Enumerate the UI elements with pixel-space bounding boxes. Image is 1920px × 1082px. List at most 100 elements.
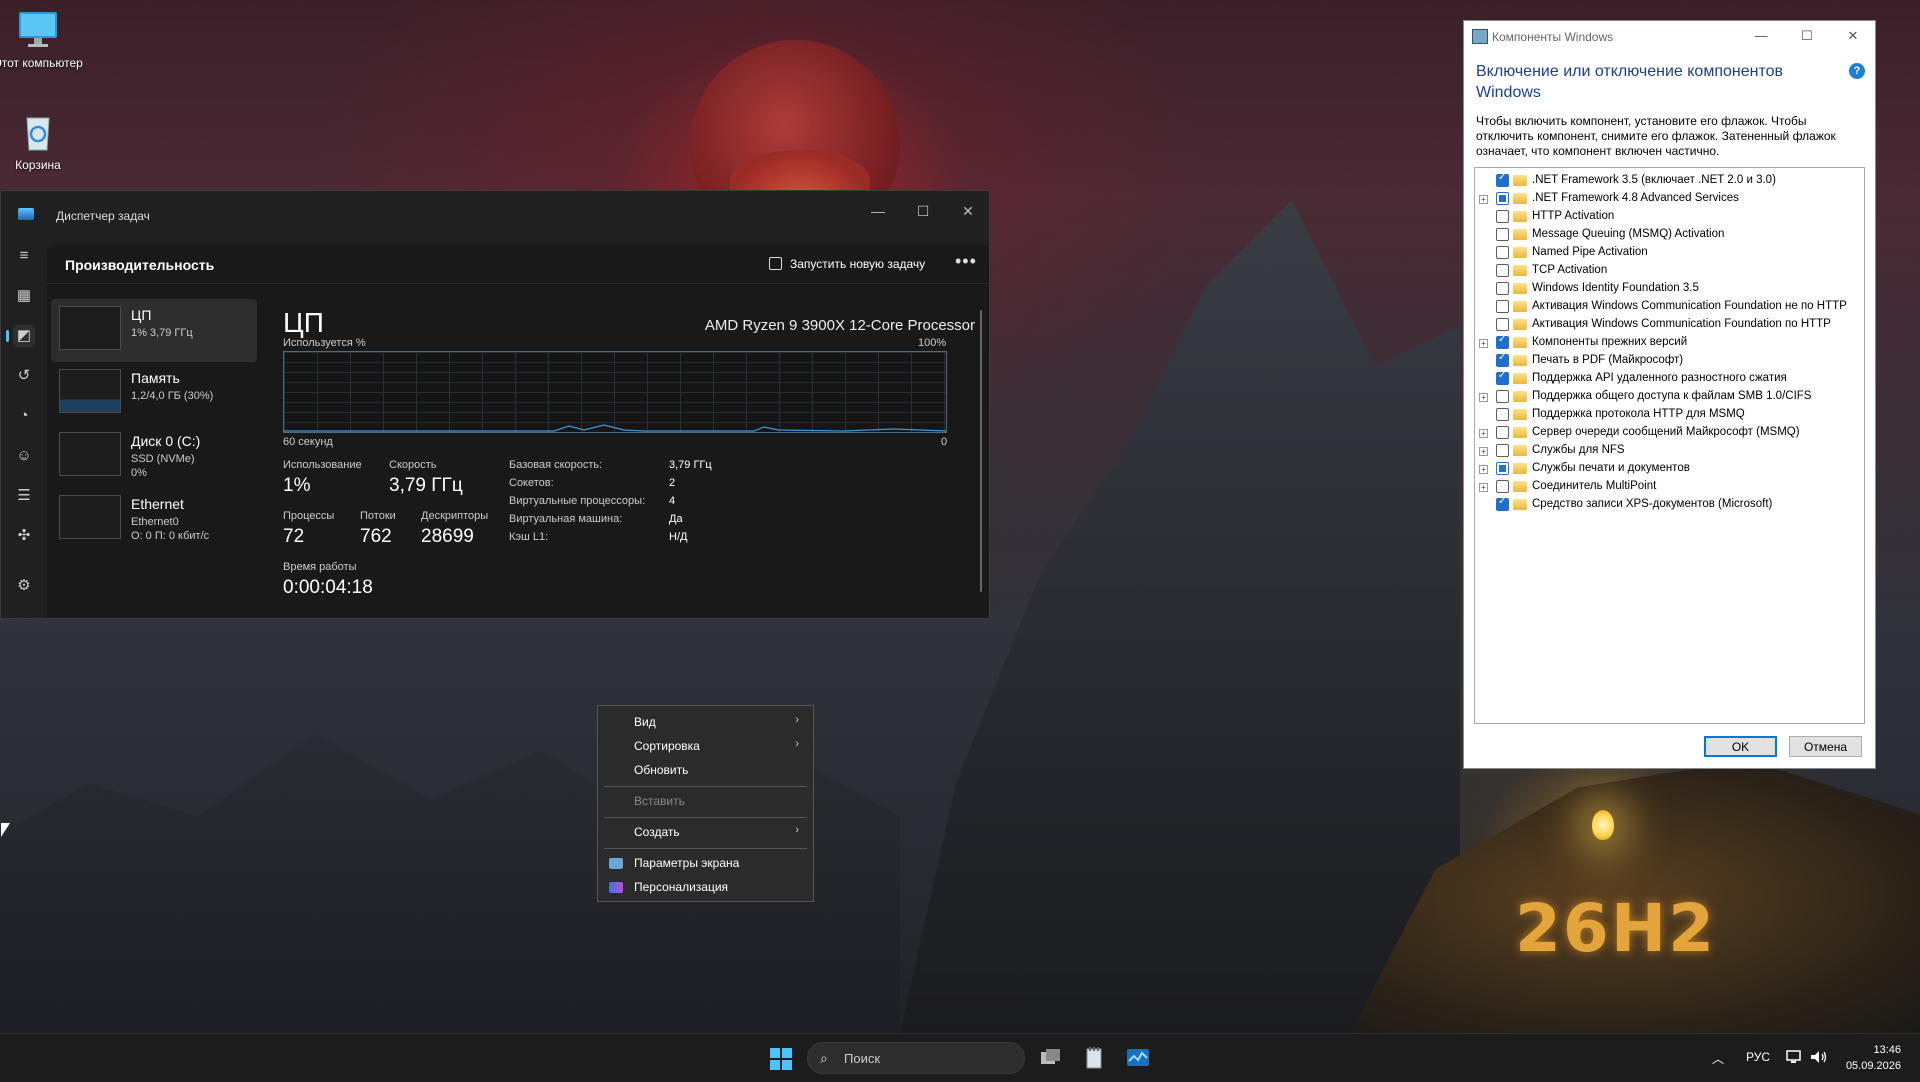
menu-item-sort[interactable]: Сортировка (634, 739, 700, 753)
menu-divider (604, 848, 807, 849)
threads-value: 762 (360, 526, 392, 547)
virtual-machine-value: Да (669, 513, 683, 525)
maximize-button[interactable]: ☐ (1792, 26, 1822, 46)
resource-item-memory[interactable]: Память 1,2/4,0 ГБ (30%) (51, 362, 257, 425)
minimize-button[interactable]: — (1746, 26, 1776, 46)
monitor-icon (16, 8, 60, 52)
more-options-button[interactable]: ••• (955, 251, 977, 272)
virtual-machine-label: Виртуальная машина: (509, 513, 623, 525)
l1-cache-label: Кэш L1: (509, 531, 549, 543)
feature-checkbox[interactable] (1496, 408, 1509, 421)
expand-icon[interactable]: + (1479, 195, 1488, 204)
hamburger-menu-icon[interactable]: ≡ (13, 245, 35, 267)
help-icon[interactable]: ? (1849, 63, 1865, 79)
folder-icon (1513, 247, 1527, 258)
expand-icon[interactable]: + (1479, 483, 1488, 492)
cpu-usage-graph (283, 351, 947, 433)
tray-overflow-chevron[interactable]: ︿ (1712, 1050, 1724, 1067)
menu-item-new[interactable]: Создать (634, 825, 680, 839)
feature-checkbox[interactable] (1496, 172, 1509, 187)
users-icon[interactable]: ☺ (13, 445, 35, 467)
minimize-button[interactable]: — (858, 199, 898, 223)
resource-item-ethernet[interactable]: Ethernet Ethernet0 О: 0 П: 0 кбит/с (51, 488, 257, 551)
cpu-detail: ЦП AMD Ryzen 9 3900X 12-Core Processor И… (283, 299, 975, 618)
settings-gear-icon[interactable]: ⚙ (13, 575, 35, 597)
volume-icon[interactable] (1810, 1050, 1828, 1067)
feature-checkbox[interactable] (1496, 264, 1509, 277)
submenu-arrow-icon: › (795, 738, 799, 750)
feature-checkbox[interactable] (1496, 370, 1509, 385)
close-button[interactable]: ✕ (1838, 26, 1868, 46)
desktop-icon-this-pc[interactable]: Этот компьютер (0, 8, 83, 71)
details-icon[interactable]: ☰ (13, 485, 35, 507)
expand-icon[interactable]: + (1479, 393, 1488, 402)
folder-icon (1513, 409, 1527, 420)
base-speed-value: 3,79 ГГц (669, 459, 712, 471)
cancel-button[interactable]: Отмена (1789, 736, 1862, 757)
feature-label: Компоненты прежних версий (1532, 336, 1688, 348)
feature-checkbox[interactable] (1496, 480, 1509, 493)
feature-checkbox[interactable] (1496, 334, 1509, 349)
folder-icon (1513, 373, 1527, 384)
resource-thumbnail (59, 432, 121, 476)
start-button[interactable] (770, 1048, 792, 1070)
resource-name: Память (131, 370, 180, 386)
performance-icon[interactable]: ◩ (6, 325, 35, 347)
feature-label: Поддержка протокола HTTP для MSMQ (1532, 408, 1745, 420)
run-new-task-button[interactable]: Запустить новую задачу (769, 257, 925, 271)
system-clock[interactable]: 13:46 05.09.2026 (1846, 1042, 1901, 1074)
task-manager-window: Диспетчер задач — ☐ ✕ ≡ ▦ ◩ ↺ ◔ ☺ ☰ ✣ ⚙ … (0, 190, 990, 619)
title-bar[interactable]: Компоненты Windows — ☐ ✕ (1464, 21, 1875, 51)
menu-item-view[interactable]: Вид (634, 715, 656, 729)
feature-checkbox[interactable] (1496, 352, 1509, 367)
resource-item-disk[interactable]: Диск 0 (C:) SSD (NVMe) 0% (51, 425, 257, 488)
desktop-icon-recycle-bin[interactable]: Корзина (0, 110, 83, 173)
feature-checkbox[interactable] (1496, 462, 1509, 475)
desktop-icon-label: Корзина (15, 158, 61, 172)
menu-item-personalize[interactable]: Персонализация (634, 880, 728, 894)
feature-checkbox[interactable] (1496, 210, 1509, 223)
handles-label: Дескрипторы (421, 510, 489, 522)
menu-item-display-settings[interactable]: Параметры экрана (634, 856, 739, 870)
services-icon[interactable]: ✣ (13, 525, 35, 547)
taskbar-search[interactable]: ⌕ Поиск (807, 1042, 1025, 1074)
maximize-button[interactable]: ☐ (903, 199, 943, 223)
expand-icon[interactable]: + (1479, 447, 1488, 456)
feature-checkbox[interactable] (1496, 390, 1509, 403)
task-manager-taskbar-icon[interactable] (1126, 1046, 1150, 1070)
graph-min-label: 0 (941, 436, 948, 448)
feature-checkbox[interactable] (1496, 496, 1509, 511)
folder-icon (1513, 193, 1527, 204)
notepad-app-icon[interactable] (1082, 1046, 1106, 1070)
app-history-icon[interactable]: ↺ (13, 365, 35, 387)
folder-icon (1513, 499, 1527, 510)
search-icon: ⌕ (820, 1050, 828, 1066)
startup-apps-icon[interactable]: ◔ (13, 405, 35, 427)
resource-item-cpu[interactable]: ЦП 1% 3,79 ГГц (51, 299, 257, 362)
ok-button[interactable]: OK (1704, 736, 1777, 757)
nav-rail: ≡ ▦ ◩ ↺ ◔ ☺ ☰ ✣ ⚙ (1, 235, 47, 618)
feature-checkbox[interactable] (1496, 228, 1509, 241)
network-icon[interactable] (1786, 1050, 1802, 1067)
search-placeholder: Поиск (844, 1051, 881, 1066)
menu-item-refresh[interactable]: Обновить (634, 763, 688, 777)
feature-checkbox[interactable] (1496, 246, 1509, 259)
title-bar[interactable]: Диспетчер задач — ☐ ✕ (1, 191, 989, 235)
submenu-arrow-icon: › (795, 824, 799, 836)
processes-icon[interactable]: ▦ (13, 285, 35, 307)
scrollbar[interactable] (980, 310, 982, 592)
expand-icon[interactable]: + (1479, 339, 1488, 348)
expand-icon[interactable]: + (1479, 465, 1488, 474)
task-view-icon[interactable] (1038, 1046, 1062, 1070)
feature-checkbox[interactable] (1496, 426, 1509, 439)
feature-checkbox[interactable] (1496, 282, 1509, 295)
feature-checkbox[interactable] (1496, 192, 1509, 205)
feature-checkbox[interactable] (1496, 444, 1509, 457)
feature-checkbox[interactable] (1496, 300, 1509, 313)
input-language[interactable]: РУС (1746, 1050, 1770, 1064)
feature-checkbox[interactable] (1496, 318, 1509, 331)
graph-max-label: 100% (918, 337, 947, 349)
close-button[interactable]: ✕ (948, 199, 988, 223)
expand-icon[interactable]: + (1479, 429, 1488, 438)
usage-value: 1% (283, 475, 311, 496)
